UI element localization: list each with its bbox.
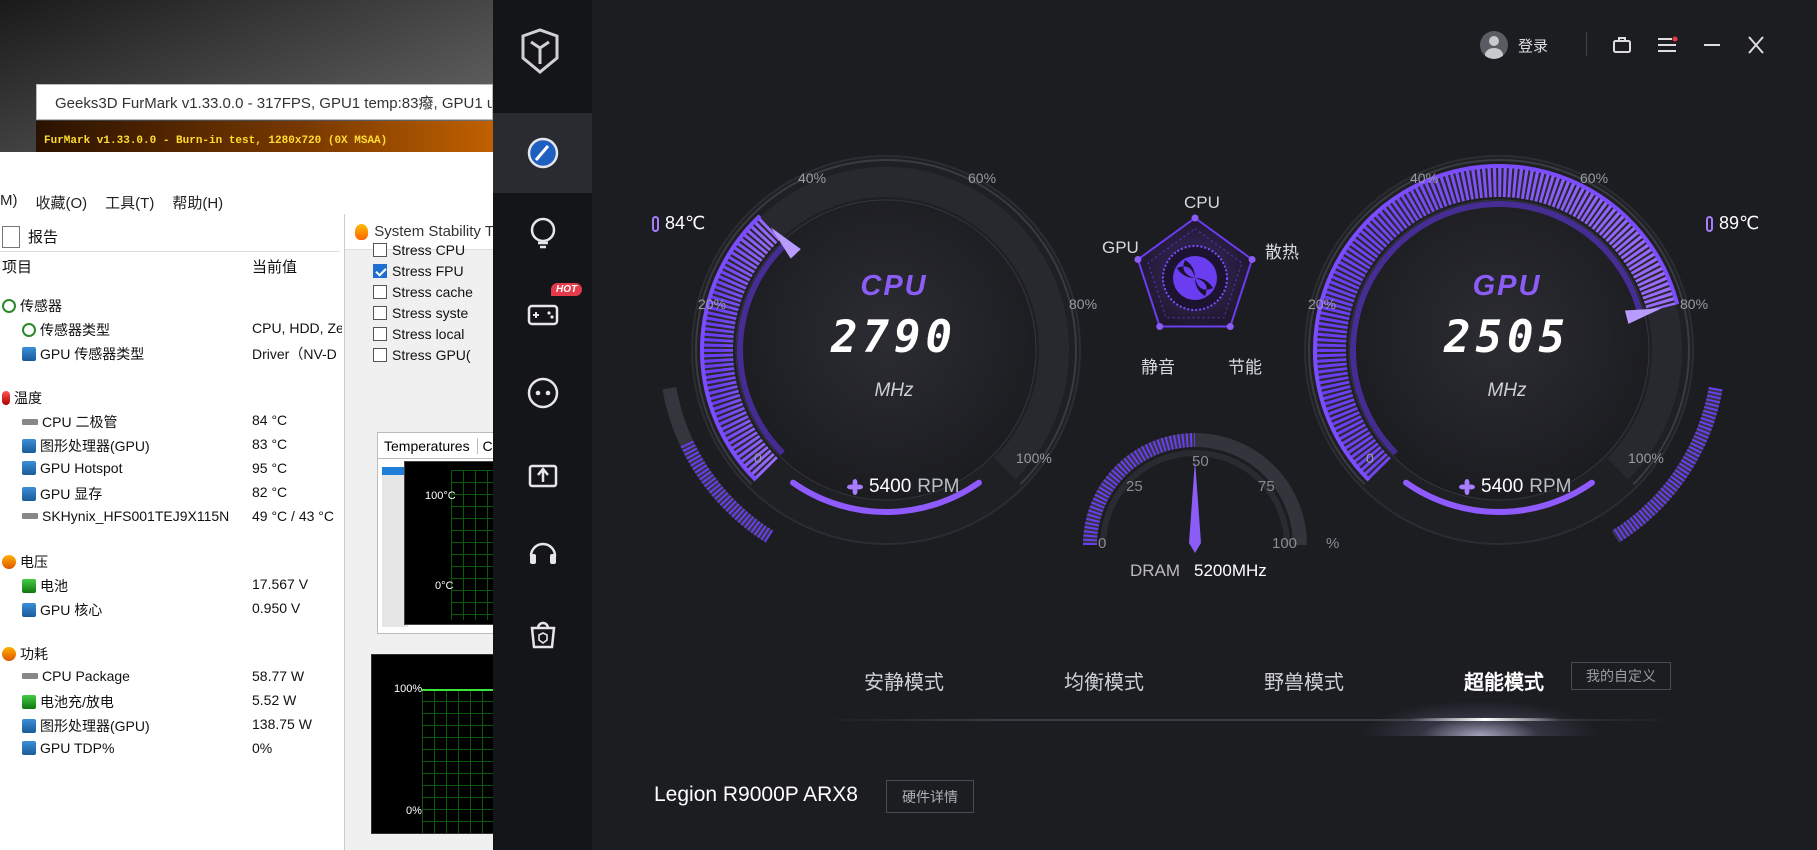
pentagon-label-cpu: CPU <box>1184 193 1220 212</box>
gpu-temperature: 89℃ <box>1706 213 1759 234</box>
mode-extreme[interactable]: 超能模式 <box>1464 666 1544 695</box>
cpu-tick-0: 0 <box>754 450 762 466</box>
dram-needle <box>1189 460 1201 553</box>
cpu-temperature: 84℃ <box>652 213 705 234</box>
gpu-frequency-value: 2505 <box>1444 312 1570 363</box>
cpu-frequency-value: 2790 <box>831 312 957 363</box>
pentagon-vertex <box>1156 323 1164 331</box>
thermometer-icon <box>1706 215 1713 232</box>
pentagon-label-gpu: GPU <box>1102 238 1139 257</box>
dram-tick-50: 50 <box>1192 453 1209 470</box>
cpu-fan-rpm-value: 5400 <box>869 476 912 497</box>
cpu-tick-20: 20% <box>698 296 727 312</box>
gpu-tick-60: 60% <box>1580 170 1609 186</box>
pentagon-label-cooling: 散热 <box>1265 243 1299 262</box>
mode-quiet[interactable]: 安静模式 <box>864 666 944 695</box>
cpu-tick-40: 40% <box>798 170 827 186</box>
dram-label: DRAM <box>1130 561 1181 580</box>
thermometer-icon <box>652 215 659 232</box>
gpu-tick-40: 40% <box>1410 170 1439 186</box>
gpu-tick-100: 100% <box>1628 450 1664 466</box>
gpu-tick-0: 0 <box>1366 450 1374 466</box>
dram-tick-100: 100 <box>1272 535 1298 552</box>
gpu-temperature-value: 89℃ <box>1719 213 1760 233</box>
pentagon-label-eco: 节能 <box>1228 358 1262 377</box>
dram-frequency-value: 5200MHz <box>1194 561 1267 580</box>
cpu-fan-rpm-unit: RPM <box>917 476 960 497</box>
gpu-tick-80: 80% <box>1680 296 1709 312</box>
pentagon-vertex <box>1191 214 1199 222</box>
gpu-fan-rpm-unit: RPM <box>1529 476 1572 497</box>
cpu-tick-80: 80% <box>1069 296 1098 312</box>
gpu-fan-rpm-value: 5400 <box>1481 476 1524 497</box>
gpu-tick-20: 20% <box>1308 296 1337 312</box>
gpu-fan-speed: 5400 RPM <box>1459 476 1572 498</box>
gpu-gauge-title: GPU <box>1472 270 1542 302</box>
dram-tick-0: 0 <box>1098 535 1107 552</box>
cpu-frequency-unit: MHz <box>874 380 914 401</box>
pentagon-label-silent: 静音 <box>1141 358 1175 377</box>
pentagon-vertex <box>1226 323 1234 331</box>
dram-tick-75: 75 <box>1258 478 1275 495</box>
cpu-gauge-title: CPU <box>860 270 928 302</box>
custom-mode-button[interactable]: 我的自定义 <box>1571 662 1671 690</box>
cpu-tick-60: 60% <box>968 170 997 186</box>
device-model: Legion R9000P ARX8 <box>654 783 858 806</box>
hardware-details-button[interactable]: 硬件详情 <box>886 780 974 813</box>
cpu-tick-100: 100% <box>1016 450 1052 466</box>
fan-icon <box>1459 479 1475 495</box>
cpu-temperature-value: 84℃ <box>665 213 706 233</box>
cpu-fan-speed: 5400 RPM <box>847 476 960 498</box>
performance-mode-icon <box>1173 256 1217 300</box>
fan-icon <box>847 479 863 495</box>
pentagon-vertex <box>1248 255 1256 263</box>
gpu-frequency-unit: MHz <box>1487 380 1527 401</box>
mode-balanced[interactable]: 均衡模式 <box>1064 666 1144 695</box>
dram-tick-25: 25 <box>1126 478 1143 495</box>
dram-tick-percent: % <box>1326 535 1340 552</box>
mode-performance[interactable]: 野兽模式 <box>1264 666 1344 695</box>
active-mode-underline <box>1410 718 1560 721</box>
